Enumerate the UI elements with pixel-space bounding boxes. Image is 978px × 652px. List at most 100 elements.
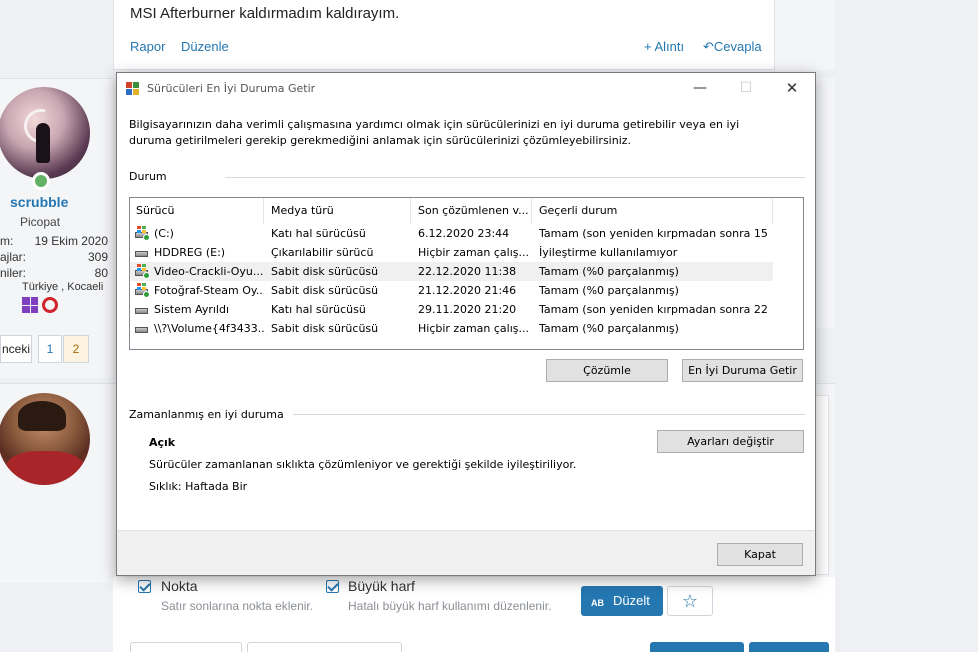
drive-status: Tamam (%0 parçalanmış) (539, 284, 679, 297)
capitalize-option-label: Büyük harf (348, 578, 415, 594)
drive-status: Tamam (%0 parçalanmış) (539, 322, 679, 335)
period-option-label: Nokta (161, 578, 198, 594)
quote-link[interactable]: + Alıntı (644, 39, 684, 54)
edit-link[interactable]: Düzenle (181, 39, 229, 54)
post-message: MSI Afterburner kaldırmadım kaldırayım. (130, 5, 400, 22)
editor-stub (815, 395, 829, 575)
drive-row[interactable]: Video-Crackli-Oyu... Sabit disk sürücüsü 2… (130, 262, 773, 281)
column-header-last-run[interactable]: Son çözümlenen v... (412, 198, 532, 224)
column-header-status[interactable]: Geçerli durum (533, 198, 773, 224)
report-link[interactable]: Rapor (130, 39, 165, 54)
drive-last-run: 29.11.2020 21:20 (418, 303, 517, 316)
user-title: Picopat (20, 215, 61, 229)
analyze-button[interactable]: Çözümle (546, 359, 668, 382)
close-icon: ✕ (785, 79, 799, 97)
online-status-icon (32, 172, 50, 190)
reply-label: Cevapla (713, 39, 762, 54)
scheduled-status: Açık (149, 436, 176, 449)
drive-media-type: Katı hal sürücüsü (271, 303, 366, 316)
drive-status: İyileştirme kullanılamıyor (539, 246, 678, 259)
toolbar-stub[interactable] (749, 642, 829, 652)
dialog-intro: Bilgisayarınızın daha verimli çalışmasın… (129, 118, 740, 147)
user-panel: scrubble Picopat m: 19 Ekim 2020 ajlar: 30… (0, 78, 113, 378)
drive-row[interactable]: Sistem Ayrıldı Katı hal sürücüsü 29.11.202… (130, 300, 773, 319)
minimize-icon: — (693, 80, 707, 96)
optimize-drives-dialog: Sürücüleri En İyi Duruma Getir — ☐ ✕ Bil… (116, 72, 816, 576)
capitalize-option-desc: Hatalı büyük harf kullanımı düzenlenir. (348, 599, 552, 613)
toolbar-stub[interactable] (247, 642, 402, 652)
windows-icon (22, 297, 38, 313)
star-icon[interactable]: ☆ (667, 586, 713, 616)
divider (293, 414, 805, 415)
spellcheck-icon: AB (591, 598, 604, 608)
drive-name: Sistem Ayrıldı (154, 303, 230, 316)
drive-media-type: Çıkarılabilir sürücü (271, 246, 374, 259)
drive-list-header: Sürücü Medya türü Son çözümlenen v... Ge… (130, 198, 803, 224)
scheduled-section-label: Zamanlanmış en iyi duruma (129, 408, 284, 421)
drive-status: Tamam (%0 parçalanmış) (539, 265, 679, 278)
column-header-drive[interactable]: Sürücü (130, 198, 264, 224)
fix-label: Düzelt (613, 593, 650, 608)
drive-last-run: Hiçbir zaman çalış... (418, 322, 529, 335)
minimize-button[interactable]: — (677, 73, 723, 103)
drive-row[interactable]: Fotoğraf-Steam Oy... Sabit disk sürücüsü 2… (130, 281, 773, 300)
period-checkbox[interactable] (138, 580, 151, 593)
reply-link[interactable]: ↶Cevapla (703, 39, 762, 55)
reply-icon: ↶ (703, 39, 714, 54)
drive-icon (134, 323, 150, 335)
windows-drive-icon (134, 226, 150, 241)
period-option-desc: Satır sonlarına nokta eklenir. (161, 599, 314, 613)
toolbar-stub[interactable] (130, 642, 242, 652)
dialog-title: Sürücüleri En İyi Duruma Getir (147, 82, 316, 95)
drive-name: (C:) (154, 227, 174, 240)
drive-last-run: Hiçbir zaman çalış... (418, 246, 529, 259)
close-window-button[interactable]: ✕ (769, 73, 815, 103)
drive-last-run: 22.12.2020 11:38 (418, 265, 517, 278)
scheduled-description: Sürücüler zamanlanan sıklıkta çözümleniy… (149, 458, 577, 471)
sidebar-stub (775, 0, 835, 70)
drive-name: HDDREG (E:) (154, 246, 226, 259)
drive-media-type: Sabit disk sürücüsü (271, 322, 379, 335)
drive-row[interactable]: (C:) Katı hal sürücüsü 6.12.2020 23:44 Tama… (130, 224, 773, 243)
drive-name: \\?\Volume{4f3433... (154, 322, 264, 335)
pager-page-1[interactable]: 1 (38, 335, 62, 363)
defrag-app-icon (126, 82, 139, 95)
drive-media-type: Katı hal sürücüsü (271, 227, 366, 240)
capitalize-checkbox[interactable] (326, 580, 339, 593)
opera-icon (42, 297, 58, 313)
toolbar-stub[interactable] (650, 642, 744, 652)
windows-drive-icon (134, 283, 150, 298)
windows-drive-icon (134, 264, 150, 279)
drive-icon (134, 247, 150, 259)
change-settings-button[interactable]: Ayarları değiştir (657, 430, 804, 453)
drive-name: Video-Crackli-Oyu... (154, 265, 264, 278)
avatar[interactable] (0, 393, 90, 485)
username[interactable]: scrubble (10, 194, 68, 210)
drive-media-type: Sabit disk sürücüsü (271, 265, 379, 278)
column-header-media[interactable]: Medya türü (265, 198, 411, 224)
user-location: Türkiye , Kocaeli (22, 281, 104, 293)
title-bar[interactable]: Sürücüleri En İyi Duruma Getir — ☐ ✕ (117, 73, 815, 103)
maximize-icon: ☐ (739, 80, 753, 96)
editor-options (113, 577, 835, 652)
os-icons (22, 297, 62, 315)
pager-page-2[interactable]: 2 (63, 335, 89, 363)
scheduled-frequency: Sıklık: Haftada Bir (149, 480, 248, 493)
drive-list[interactable]: Sürücü Medya türü Son çözümlenen v... Ge… (129, 197, 804, 350)
close-button[interactable]: Kapat (717, 543, 803, 566)
drive-last-run: 21.12.2020 21:46 (418, 284, 517, 297)
divider (225, 177, 805, 178)
avatar[interactable] (0, 87, 90, 179)
pager-prev[interactable]: nceki (0, 335, 32, 363)
optimize-button[interactable]: En İyi Duruma Getir (682, 359, 803, 382)
drive-media-type: Sabit disk sürücüsü (271, 284, 379, 297)
drive-row[interactable]: HDDREG (E:) Çıkarılabilir sürücü Hiçbir za… (130, 243, 773, 262)
drive-status: Tamam (son yeniden kırpmadan sonra 15 ..… (539, 227, 771, 240)
drive-name: Fotoğraf-Steam Oy... (154, 284, 264, 297)
status-section-label: Durum (129, 170, 167, 183)
drive-row[interactable]: \\?\Volume{4f3433... Sabit disk sürücüsü H… (130, 319, 773, 338)
drive-icon (134, 304, 150, 316)
drive-status: Tamam (son yeniden kırpmadan sonra 22 ..… (539, 303, 771, 316)
forum-post-top: MSI Afterburner kaldırmadım kaldırayım. … (113, 0, 775, 70)
fix-button[interactable]: AB Düzelt (581, 586, 663, 616)
